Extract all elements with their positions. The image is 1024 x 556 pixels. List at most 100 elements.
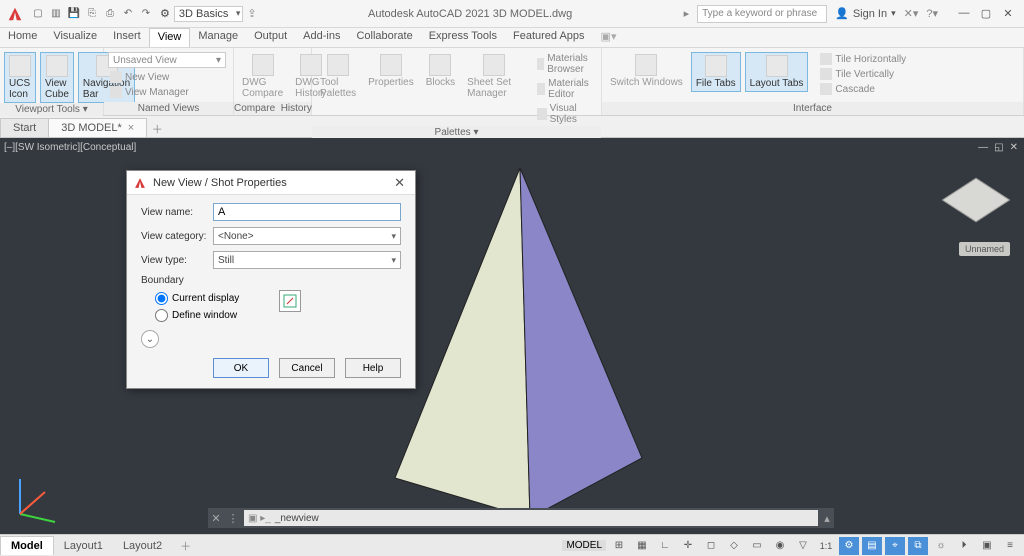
tab-manage[interactable]: Manage bbox=[190, 28, 246, 47]
tab-insert[interactable]: Insert bbox=[105, 28, 149, 47]
layout-tab-model[interactable]: Model bbox=[0, 536, 54, 555]
tab-collaborate[interactable]: Collaborate bbox=[348, 28, 420, 47]
tile-vertically-button[interactable]: Tile Vertically bbox=[818, 67, 908, 81]
qat-print-icon[interactable]: ⎙ bbox=[102, 6, 118, 22]
dialog-titlebar[interactable]: New View / Shot Properties ✕ bbox=[127, 171, 415, 195]
gizmo-toggle-icon[interactable]: ◉ bbox=[770, 537, 790, 555]
viewport-restore-icon[interactable]: ◱ bbox=[994, 142, 1003, 153]
polar-toggle-icon[interactable]: ✛ bbox=[678, 537, 698, 555]
ucs-icon-button[interactable]: UCS Icon bbox=[4, 52, 36, 103]
sheet-set-manager-button[interactable]: Sheet Set Manager bbox=[463, 52, 525, 101]
layout-tab-1[interactable]: Layout1 bbox=[54, 537, 113, 555]
file-tab-document[interactable]: 3D MODEL*× bbox=[48, 118, 147, 137]
new-view-button[interactable]: New View bbox=[108, 70, 191, 84]
anno-toggle-icon[interactable]: 1:1 bbox=[816, 537, 836, 555]
radio-current-display[interactable]: Current display bbox=[155, 292, 239, 305]
panel-viewport-tools-label[interactable]: Viewport Tools ▾ bbox=[0, 103, 103, 116]
properties-button[interactable]: Properties bbox=[364, 52, 418, 90]
tab-featured-apps[interactable]: Featured Apps bbox=[505, 28, 593, 47]
isolate-toggle-icon[interactable]: ☼ bbox=[931, 537, 951, 555]
panel-named-views-label[interactable]: Named Views bbox=[104, 102, 233, 115]
workspace-toggle-icon[interactable]: ⚙ bbox=[839, 537, 859, 555]
qat-saveas-icon[interactable]: ⎘ bbox=[84, 6, 100, 22]
cancel-button[interactable]: Cancel bbox=[279, 358, 335, 378]
tab-visualize[interactable]: Visualize bbox=[45, 28, 105, 47]
visual-styles-button[interactable]: Visual Styles bbox=[535, 102, 597, 126]
command-line[interactable]: ✕ ⋮ ▣ ▸_ _newview ▴ bbox=[208, 508, 834, 528]
viewport-controls-label[interactable]: [–][SW Isometric][Conceptual] bbox=[4, 142, 136, 153]
clean-screen-icon[interactable]: ▣ bbox=[977, 537, 997, 555]
radio-define-window-input[interactable] bbox=[155, 309, 168, 322]
command-close-icon[interactable]: ✕ bbox=[208, 512, 224, 525]
radio-define-window[interactable]: Define window bbox=[155, 309, 239, 322]
file-tab-start[interactable]: Start bbox=[0, 118, 49, 137]
tab-overflow-icon[interactable]: ▣▾ bbox=[593, 28, 625, 47]
switch-windows-button[interactable]: Switch Windows bbox=[606, 52, 687, 90]
cascade-button[interactable]: Cascade bbox=[818, 82, 908, 96]
dyn-input-toggle-icon[interactable]: ▭ bbox=[747, 537, 767, 555]
qat-new-icon[interactable]: ▢ bbox=[30, 6, 46, 22]
materials-editor-button[interactable]: Materials Editor bbox=[535, 77, 597, 101]
help-search-input[interactable]: Type a keyword or phrase bbox=[697, 5, 827, 23]
tab-express-tools[interactable]: Express Tools bbox=[421, 28, 505, 47]
status-model-label[interactable]: MODEL bbox=[562, 540, 606, 551]
view-cube-button[interactable]: View Cube bbox=[40, 52, 74, 103]
dialog-close-button[interactable]: ✕ bbox=[390, 175, 409, 191]
saved-view-dropdown[interactable]: Unsaved View▾ bbox=[108, 52, 226, 68]
view-category-select[interactable]: <None> bbox=[213, 227, 401, 245]
qat-save-icon[interactable]: 💾 bbox=[66, 6, 82, 22]
grid-toggle-icon[interactable]: ⊞ bbox=[609, 537, 629, 555]
minimize-button[interactable]: — bbox=[954, 7, 974, 20]
help-button[interactable]: Help bbox=[345, 358, 401, 378]
saved-view-badge[interactable]: Unnamed bbox=[959, 242, 1010, 256]
annotation-monitor-icon[interactable]: ▤ bbox=[862, 537, 882, 555]
ok-button[interactable]: OK bbox=[213, 358, 269, 378]
tab-output[interactable]: Output bbox=[246, 28, 295, 47]
view-type-select[interactable]: Still bbox=[213, 251, 401, 269]
workspace-switcher[interactable]: ⚙ 3D Basics ⇪ bbox=[160, 6, 257, 22]
3dosnap-toggle-icon[interactable]: ◇ bbox=[724, 537, 744, 555]
customize-status-icon[interactable]: ≡ bbox=[1000, 537, 1020, 555]
close-tab-icon[interactable]: × bbox=[128, 122, 134, 134]
close-button[interactable]: ✕ bbox=[998, 7, 1018, 20]
qat-open-icon[interactable]: ▥ bbox=[48, 6, 64, 22]
radio-current-display-input[interactable] bbox=[155, 292, 168, 305]
dwg-compare-button[interactable]: DWG Compare bbox=[238, 52, 287, 101]
file-tabs-button[interactable]: File Tabs bbox=[691, 52, 741, 92]
quick-props-icon[interactable]: ⧉ bbox=[908, 537, 928, 555]
share-icon[interactable]: ⇪ bbox=[247, 7, 256, 20]
layout-tab-2[interactable]: Layout2 bbox=[113, 537, 172, 555]
tab-view[interactable]: View bbox=[149, 28, 191, 47]
layout-tabs-button[interactable]: Layout Tabs bbox=[745, 52, 809, 92]
view-name-input[interactable] bbox=[213, 203, 401, 221]
osnap-toggle-icon[interactable]: ◻ bbox=[701, 537, 721, 555]
command-input[interactable]: ▣ ▸_ _newview bbox=[244, 510, 818, 526]
hardware-accel-icon[interactable]: ⏵ bbox=[954, 537, 974, 555]
app-exchange-icon[interactable]: ✕▾ bbox=[904, 7, 919, 20]
signin-button[interactable]: 👤 Sign In ▾ bbox=[835, 7, 895, 20]
snap-toggle-icon[interactable]: ▦ bbox=[632, 537, 652, 555]
tab-addins[interactable]: Add-ins bbox=[295, 28, 348, 47]
workspace-dropdown[interactable]: 3D Basics bbox=[174, 6, 244, 22]
viewport-close-icon[interactable]: ✕ bbox=[1010, 142, 1018, 153]
qat-redo-icon[interactable]: ↷ bbox=[138, 6, 154, 22]
viewport-minimize-icon[interactable]: — bbox=[978, 142, 988, 153]
qat-undo-icon[interactable]: ↶ bbox=[120, 6, 136, 22]
tab-home[interactable]: Home bbox=[0, 28, 45, 47]
filter-toggle-icon[interactable]: ▽ bbox=[793, 537, 813, 555]
add-layout-tab-button[interactable]: ＋ bbox=[172, 538, 199, 554]
units-toggle-icon[interactable]: ⌖ bbox=[885, 537, 905, 555]
tool-palettes-button[interactable]: Tool Palettes bbox=[316, 52, 360, 101]
command-handle-icon[interactable]: ⋮ bbox=[224, 512, 242, 525]
ortho-toggle-icon[interactable]: ∟ bbox=[655, 537, 675, 555]
help-icon[interactable]: ?▾ bbox=[926, 7, 938, 20]
maximize-button[interactable]: ▢ bbox=[976, 7, 996, 20]
tile-horizontally-button[interactable]: Tile Horizontally bbox=[818, 52, 908, 66]
dialog-expand-button[interactable]: ⌄ bbox=[141, 330, 159, 348]
blocks-button[interactable]: Blocks bbox=[422, 52, 459, 90]
materials-browser-button[interactable]: Materials Browser bbox=[535, 52, 597, 76]
add-file-tab-button[interactable]: ＋ bbox=[146, 121, 168, 137]
define-window-pick-button[interactable] bbox=[279, 290, 301, 312]
view-manager-button[interactable]: View Manager bbox=[108, 85, 191, 99]
view-cube-widget[interactable] bbox=[948, 172, 1004, 228]
